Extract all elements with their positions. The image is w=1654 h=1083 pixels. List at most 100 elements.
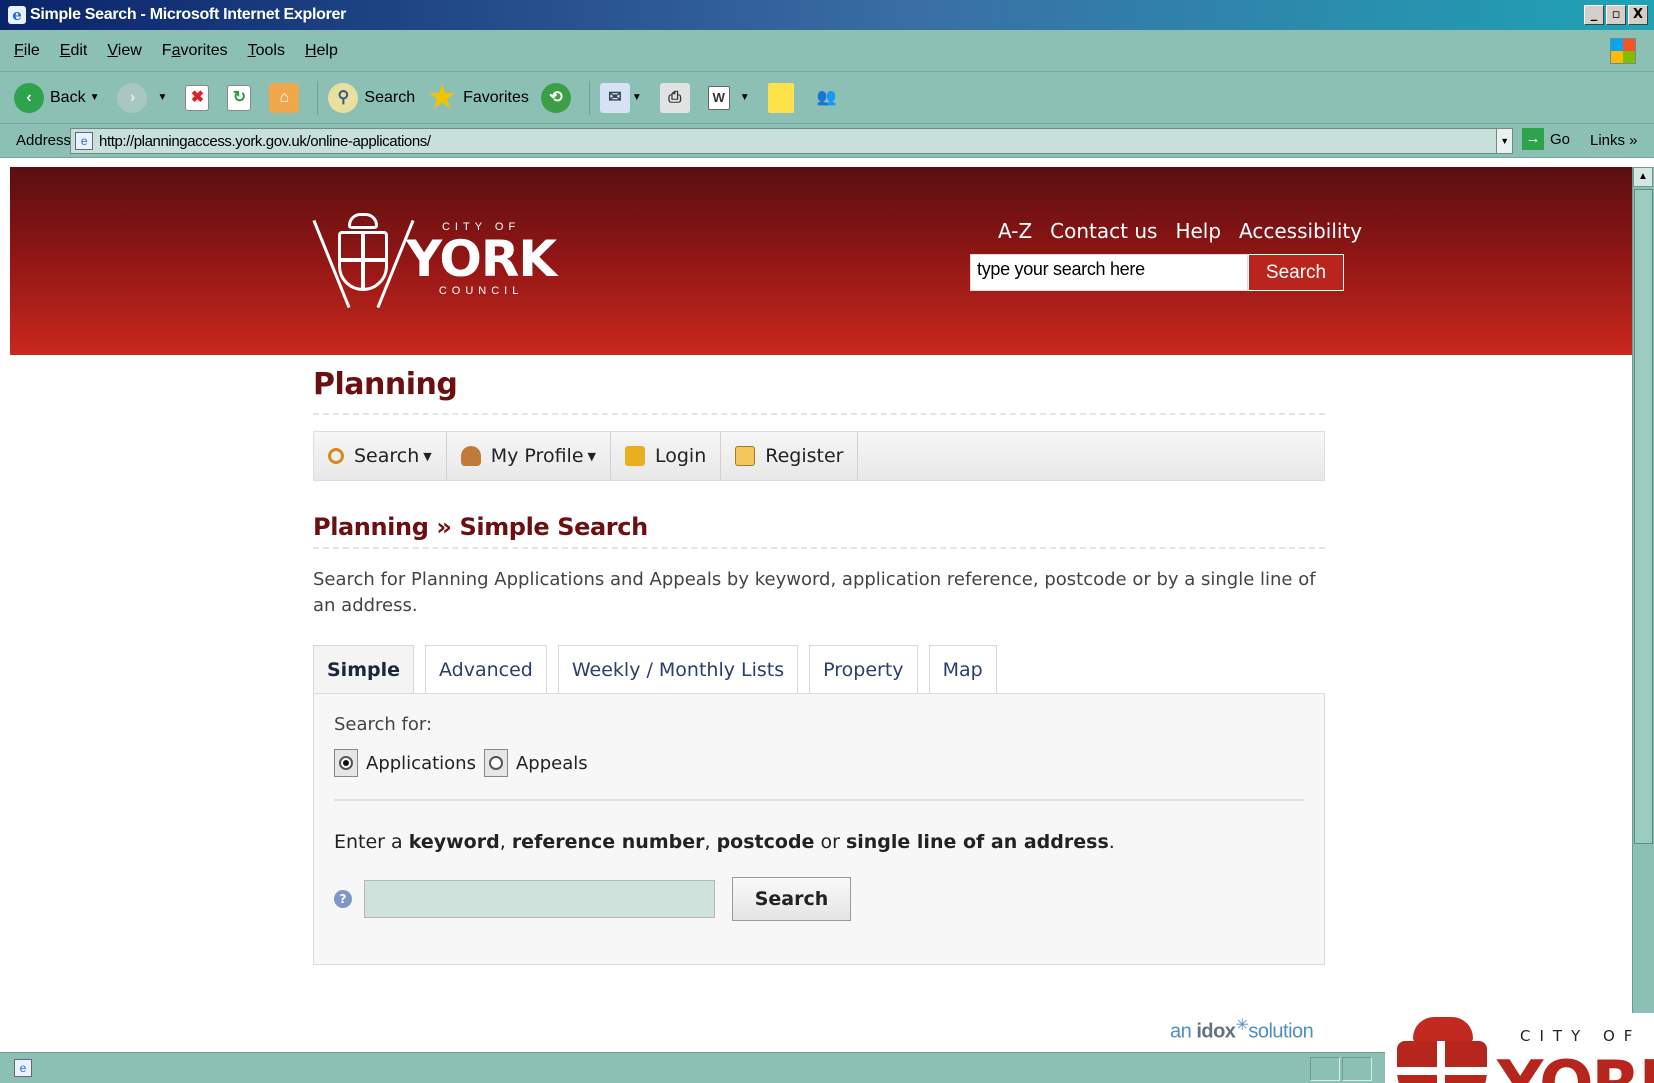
refresh-button[interactable]: ↻ [227,84,257,111]
nav-login[interactable]: Login [611,432,722,480]
keyword-input[interactable] [364,880,715,918]
home-icon: ⌂ [269,82,300,113]
menu-file[interactable]: File [14,42,40,60]
links-button[interactable]: Links » [1590,132,1638,149]
back-button[interactable]: ‹ Back ▼ [14,82,105,113]
york-council-logo-overlay: CITY OF YORK [1385,1013,1654,1083]
page-icon: e [75,132,93,150]
ie-icon: e [8,6,26,24]
forward-button[interactable]: › ▼ [117,82,173,113]
go-button[interactable]: → Go [1522,128,1570,150]
discuss-button[interactable] [767,82,800,113]
nav-profile-label: My Profile [490,445,584,467]
edit-button[interactable]: W ▼ [707,85,756,110]
caret-down-icon: ▼ [423,449,432,463]
link-a-z[interactable]: A-Z [998,219,1032,243]
tab-property[interactable]: Property [809,645,918,693]
site-search-input[interactable]: type your search here [970,254,1248,291]
close-button[interactable]: X [1628,5,1648,25]
panel-divider [334,799,1304,801]
favorites-label: Favorites [463,88,529,106]
mail-dropdown-icon[interactable]: ▼ [632,92,642,103]
nav-search-label: Search [354,445,420,467]
radio-applications[interactable] [334,749,358,777]
minimize-button[interactable]: _ [1584,5,1604,25]
nav-register-label: Register [765,445,844,467]
star-icon: ★ [428,80,456,114]
home-button[interactable]: ⌂ [269,82,305,113]
scroll-thumb[interactable] [1634,189,1653,844]
search-label: Search [364,88,416,106]
window-titlebar: e Simple Search - Microsoft Internet Exp… [0,0,1654,30]
search-type-radios: Applications Appeals [334,749,1304,777]
site-header: CITY OF YORK COUNCIL A-Z Contact us Help… [10,167,1632,355]
nav-my-profile[interactable]: My Profile ▼ [447,432,611,480]
messenger-icon: 👥 [816,88,837,106]
menu-help[interactable]: Help [305,42,338,60]
toolbar-separator [317,80,319,115]
print-button[interactable]: ⎙ [659,82,696,113]
scroll-up-icon[interactable]: ▲ [1633,167,1653,187]
main-content: Planning Search ▼ My Profile ▼ Login Reg… [313,367,1325,965]
go-label: Go [1550,130,1571,148]
radio-appeals[interactable] [483,749,508,777]
padlock-icon [624,446,645,466]
breadcrumb: Planning » Simple Search [313,513,1325,549]
address-dropdown-icon[interactable]: ▼ [1496,129,1512,153]
search-icon: ⚲ [328,82,359,113]
messenger-button[interactable]: 👥 [812,83,848,113]
intro-text: Search for Planning Applications and App… [313,569,1316,616]
link-contact-us[interactable]: Contact us [1050,219,1157,243]
page-viewport: CITY OF YORK COUNCIL A-Z Contact us Help… [10,167,1632,1052]
york-crest-icon [312,209,415,309]
word-edit-icon: W [707,85,730,110]
vertical-scrollbar[interactable]: ▲ [1632,167,1654,1052]
tab-simple[interactable]: Simple [313,645,414,693]
site-search-button[interactable]: Search [1248,254,1344,291]
mail-icon: ✉ [599,82,630,113]
back-arrow-icon: ‹ [14,82,44,113]
history-button[interactable]: ⟲ [540,82,577,113]
windows-logo-icon [1610,38,1636,64]
nav-search[interactable]: Search ▼ [314,432,447,480]
stop-button[interactable]: ✖ [185,84,215,111]
status-panel [1342,1057,1372,1081]
link-help[interactable]: Help [1175,219,1221,243]
tab-map[interactable]: Map [928,645,997,693]
keyword-search-button[interactable]: Search [732,877,851,921]
york-council-logo[interactable]: CITY OF YORK COUNCIL [312,209,557,309]
help-icon[interactable]: ? [334,890,352,908]
magnifier-icon [328,448,344,464]
maximize-button[interactable]: ▫ [1606,5,1626,25]
search-tabs: Simple Advanced Weekly / Monthly Lists P… [313,645,1325,693]
york-crest-icon [1385,1017,1495,1083]
idox-logo[interactable]: an idox✳solution [1170,1015,1314,1044]
search-for-label: Search for: [334,714,433,735]
address-input[interactable]: e http://planningaccess.york.gov.uk/onli… [70,128,1513,154]
link-accessibility[interactable]: Accessibility [1239,219,1362,243]
tab-advanced[interactable]: Advanced [425,645,547,693]
menu-edit[interactable]: Edit [60,42,88,60]
user-icon [460,446,481,466]
register-icon [735,446,756,466]
edit-dropdown-icon[interactable]: ▼ [740,92,750,103]
favorites-button[interactable]: ★ Favorites [427,80,529,114]
idox-star-icon: ✳ [1235,1017,1249,1034]
menu-tools[interactable]: Tools [248,42,285,60]
mail-button[interactable]: ✉ ▼ [599,82,648,113]
toolbar-separator [588,80,590,115]
forward-dropdown-icon[interactable]: ▼ [157,92,167,103]
go-arrow-icon: → [1522,128,1544,150]
tab-weekly-monthly-lists[interactable]: Weekly / Monthly Lists [557,645,799,693]
nav-register[interactable]: Register [721,432,859,480]
address-label: Address [16,132,72,149]
overlay-city-of: CITY OF [1520,1027,1642,1045]
stop-icon: ✖ [185,84,210,111]
menu-favorites[interactable]: Favorites [162,42,228,60]
page-title: Planning [313,367,1325,415]
search-button[interactable]: ⚲ Search [328,82,416,113]
menu-view[interactable]: View [107,42,141,60]
printer-icon: ⎙ [659,82,690,113]
browser-toolbar: ‹ Back ▼ › ▼ ✖ ↻ ⌂ ⚲ Search ★ Favorites … [0,72,1654,124]
back-dropdown-icon[interactable]: ▼ [90,92,100,103]
